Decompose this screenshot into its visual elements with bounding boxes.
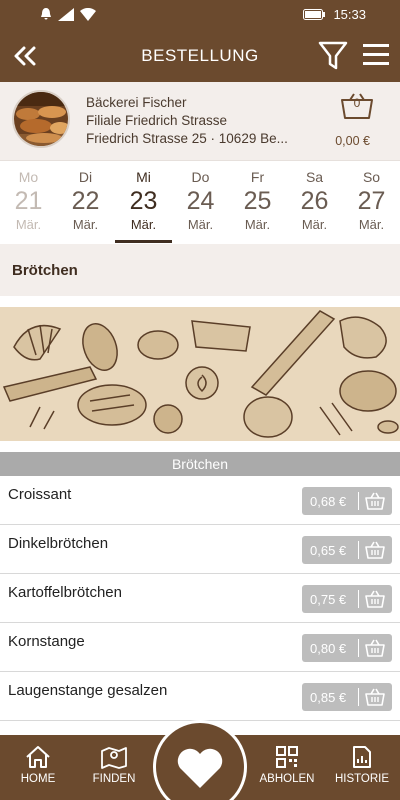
divider bbox=[358, 541, 359, 559]
day-number: 22 bbox=[71, 187, 100, 215]
product-row[interactable]: Kartoffelbrötchen 0,75 € bbox=[0, 574, 400, 623]
day-number: 21 bbox=[14, 187, 43, 215]
divider bbox=[358, 639, 359, 657]
product-row[interactable]: Dinkelbrötchen 0,65 € bbox=[0, 525, 400, 574]
day-name: Di bbox=[78, 169, 93, 185]
divider bbox=[358, 492, 359, 510]
day-number: 27 bbox=[357, 187, 386, 215]
heart-icon bbox=[177, 748, 223, 788]
day-month: Mär. bbox=[187, 217, 214, 232]
battery-icon bbox=[303, 9, 326, 20]
product-name: Laugenstange gesalzen bbox=[8, 682, 168, 699]
store-name: Bäckerei Fischer bbox=[86, 95, 187, 110]
store-branch: Filiale Friedrich Strasse bbox=[86, 113, 228, 128]
store-details: Bäckerei Fischer Filiale Friedrich Stras… bbox=[86, 94, 288, 148]
add-to-basket-button[interactable]: 0,85 € bbox=[302, 683, 392, 711]
basket-icon bbox=[365, 492, 385, 510]
map-pin-icon bbox=[101, 747, 127, 769]
basket-icon bbox=[365, 590, 385, 608]
category-title: Brötchen bbox=[12, 262, 78, 279]
day-month: Mär. bbox=[301, 217, 328, 232]
product-price: 0,85 € bbox=[310, 690, 347, 705]
product-list: Croissant 0,68 € Dinkelbrötchen 0,65 € K… bbox=[0, 476, 400, 721]
add-to-basket-button[interactable]: 0,80 € bbox=[302, 634, 392, 662]
product-price: 0,68 € bbox=[310, 494, 347, 509]
nav-label: FINDEN bbox=[92, 773, 136, 785]
nav-abholen[interactable]: ABHOLEN bbox=[252, 745, 322, 785]
day-number: 23 bbox=[129, 187, 158, 215]
home-icon bbox=[26, 746, 50, 768]
day-name: Sa bbox=[305, 169, 324, 185]
day-month: Mär. bbox=[72, 217, 99, 232]
day-month: Mär. bbox=[15, 217, 42, 232]
day-month: Mär. bbox=[244, 217, 271, 232]
category-bar: Brötchen bbox=[0, 244, 400, 296]
day-item-mi[interactable]: Mi 23 Mär. bbox=[115, 169, 172, 232]
signal-icon bbox=[58, 7, 74, 21]
store-address: Friedrich Strasse 25 · 10629 Be... bbox=[86, 131, 288, 146]
day-name: Mo bbox=[18, 169, 39, 185]
product-price: 0,65 € bbox=[310, 543, 347, 558]
nav-historie[interactable]: HISTORIE bbox=[327, 745, 397, 785]
product-row[interactable]: Kornstange 0,80 € bbox=[0, 623, 400, 672]
nav-label: HOME bbox=[20, 773, 56, 785]
nav-label: ABHOLEN bbox=[259, 773, 315, 785]
product-name: Croissant bbox=[8, 486, 72, 503]
day-item-so[interactable]: So 27 Mär. bbox=[343, 169, 400, 232]
add-to-basket-button[interactable]: 0,68 € bbox=[302, 487, 392, 515]
day-name: So bbox=[362, 169, 381, 185]
basket-icon bbox=[365, 688, 385, 706]
basket-icon bbox=[365, 541, 385, 559]
product-row[interactable]: Croissant 0,68 € bbox=[0, 476, 400, 525]
add-to-basket-button[interactable]: 0,65 € bbox=[302, 536, 392, 564]
filter-icon[interactable] bbox=[318, 40, 348, 72]
cart-count: 0 bbox=[353, 96, 361, 110]
product-price: 0,75 € bbox=[310, 592, 347, 607]
product-row[interactable]: Laugenstange gesalzen 0,85 € bbox=[0, 672, 400, 721]
day-name: Mi bbox=[136, 169, 151, 185]
basket-icon bbox=[365, 639, 385, 657]
divider bbox=[358, 688, 359, 706]
bakery-banner bbox=[0, 307, 400, 441]
day-item-di[interactable]: Di 22 Mär. bbox=[57, 169, 114, 232]
day-name: Do bbox=[191, 169, 210, 185]
add-to-basket-button[interactable]: 0,75 € bbox=[302, 585, 392, 613]
nav-home[interactable]: HOME bbox=[3, 745, 73, 785]
menu-icon[interactable] bbox=[362, 42, 390, 68]
nav-finden[interactable]: FINDEN bbox=[79, 745, 149, 785]
status-time: 15:33 bbox=[333, 7, 366, 22]
favorites-button[interactable] bbox=[153, 720, 247, 800]
day-item-mo: Mo 21 Mär. bbox=[0, 169, 57, 232]
history-document-icon bbox=[353, 746, 371, 768]
day-item-sa[interactable]: Sa 26 Mär. bbox=[286, 169, 343, 232]
day-month: Mär. bbox=[130, 217, 157, 232]
day-number: 26 bbox=[300, 187, 329, 215]
product-name: Kartoffelbrötchen bbox=[8, 584, 122, 601]
qr-code-icon bbox=[276, 746, 298, 768]
status-bar: 15:33 bbox=[0, 0, 400, 30]
selected-day-indicator bbox=[115, 240, 172, 243]
day-item-do[interactable]: Do 24 Mär. bbox=[172, 169, 229, 232]
notification-icon bbox=[41, 8, 51, 20]
product-price: 0,80 € bbox=[310, 641, 347, 656]
app-header: BESTELLUNG bbox=[0, 30, 400, 82]
day-number: 24 bbox=[186, 187, 215, 215]
store-photo bbox=[12, 90, 70, 148]
day-month: Mär. bbox=[358, 217, 385, 232]
store-info[interactable]: Bäckerei Fischer Filiale Friedrich Stras… bbox=[0, 82, 400, 160]
divider bbox=[358, 590, 359, 608]
day-number: 25 bbox=[243, 187, 272, 215]
product-name: Dinkelbrötchen bbox=[8, 535, 109, 552]
day-selector: Mo 21 Mär. Di 22 Mär. Mi 23 Mär. Do 24 M… bbox=[0, 160, 400, 244]
nav-label: HISTORIE bbox=[334, 773, 390, 785]
section-header: Brötchen bbox=[0, 452, 400, 476]
day-name: Fr bbox=[250, 169, 265, 185]
cart-total: 0,00 € bbox=[335, 134, 370, 148]
day-item-fr[interactable]: Fr 25 Mär. bbox=[229, 169, 286, 232]
product-name: Kornstange bbox=[8, 633, 85, 650]
wifi-icon bbox=[80, 7, 96, 21]
